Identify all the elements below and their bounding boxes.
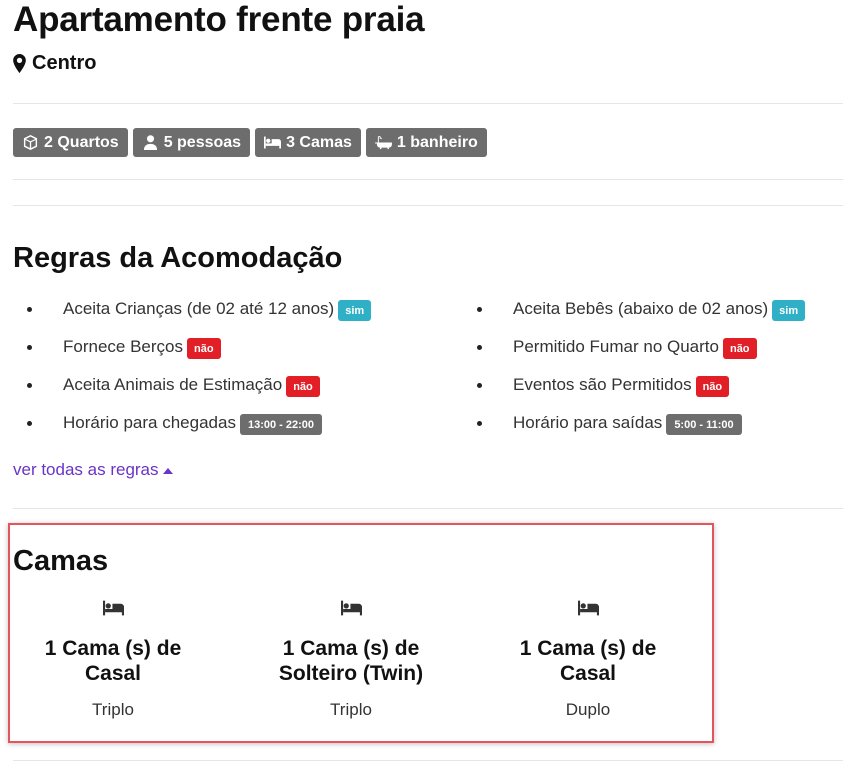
bed-type: 1 Cama (s) de Casal bbox=[519, 637, 657, 685]
bed-card: 1 Cama (s) de Solteiro (Twin) Triplo bbox=[251, 600, 451, 720]
status-badge: não bbox=[695, 376, 730, 397]
rule-item: Eventos são Permitidos não bbox=[463, 366, 805, 404]
status-badge: sim bbox=[772, 300, 806, 321]
bed-icon bbox=[340, 600, 362, 616]
bed-card: 1 Cama (s) de Casal Duplo bbox=[488, 600, 688, 720]
cube-icon bbox=[23, 135, 38, 150]
divider bbox=[13, 508, 843, 509]
rules-list-left: Aceita Crianças (de 02 até 12 anos) sim … bbox=[13, 290, 372, 442]
map-pin-icon bbox=[13, 54, 26, 73]
bed-card: 1 Cama (s) de Casal Triplo bbox=[13, 600, 213, 720]
rule-item: Horário para saídas 5:00 - 11:00 bbox=[463, 404, 805, 442]
page-title: Apartamento frente praia bbox=[13, 0, 425, 39]
rule-item: Aceita Animais de Estimação não bbox=[13, 366, 371, 404]
feature-guests: 5 pessoas bbox=[132, 128, 251, 157]
location: Centro bbox=[13, 52, 96, 75]
time-badge: 13:00 - 22:00 bbox=[239, 414, 322, 435]
time-badge: 5:00 - 11:00 bbox=[666, 414, 742, 435]
feature-bathrooms: 1 banheiro bbox=[365, 128, 487, 157]
rules-title: Regras da Acomodação bbox=[13, 242, 343, 274]
status-badge: não bbox=[722, 338, 757, 359]
rule-item: Fornece Berços não bbox=[13, 328, 371, 366]
status-badge: não bbox=[187, 338, 221, 359]
divider bbox=[13, 103, 843, 104]
bed-icon bbox=[577, 600, 599, 616]
bed-icon bbox=[102, 600, 124, 616]
status-badge: sim bbox=[338, 300, 372, 321]
feature-rooms: 2 Quartos bbox=[13, 128, 128, 157]
room-type: Duplo bbox=[565, 700, 611, 719]
bed-type: 1 Cama (s) de Solteiro (Twin) bbox=[278, 637, 424, 685]
divider bbox=[13, 760, 843, 761]
divider bbox=[13, 205, 843, 206]
location-name: Centro bbox=[32, 52, 97, 74]
divider bbox=[13, 179, 843, 180]
feature-badges: 2 Quartos 5 pessoas 3 Camas 1 banheiro bbox=[13, 128, 487, 157]
status-badge: não bbox=[286, 376, 320, 397]
bed-icon bbox=[264, 136, 282, 149]
user-icon bbox=[143, 135, 157, 150]
rule-item: Aceita Crianças (de 02 até 12 anos) sim bbox=[13, 290, 372, 328]
room-type: Triplo bbox=[92, 700, 134, 719]
rule-item: Permitido Fumar no Quarto não bbox=[463, 328, 805, 366]
room-type: Triplo bbox=[330, 700, 372, 719]
feature-beds: 3 Camas bbox=[255, 128, 361, 157]
bathtub-icon bbox=[374, 135, 392, 150]
see-all-rules-link[interactable]: ver todas as regras bbox=[13, 460, 173, 480]
rules-list-right: Aceita Bebês (abaixo de 02 anos) sim Per… bbox=[463, 290, 806, 442]
caret-up-icon bbox=[162, 468, 173, 474]
rule-item: Horário para chegadas 13:00 - 22:00 bbox=[13, 404, 371, 442]
bed-type: 1 Cama (s) de Casal bbox=[44, 637, 182, 685]
rule-item: Aceita Bebês (abaixo de 02 anos) sim bbox=[463, 290, 806, 328]
beds-title: Camas bbox=[13, 545, 109, 577]
